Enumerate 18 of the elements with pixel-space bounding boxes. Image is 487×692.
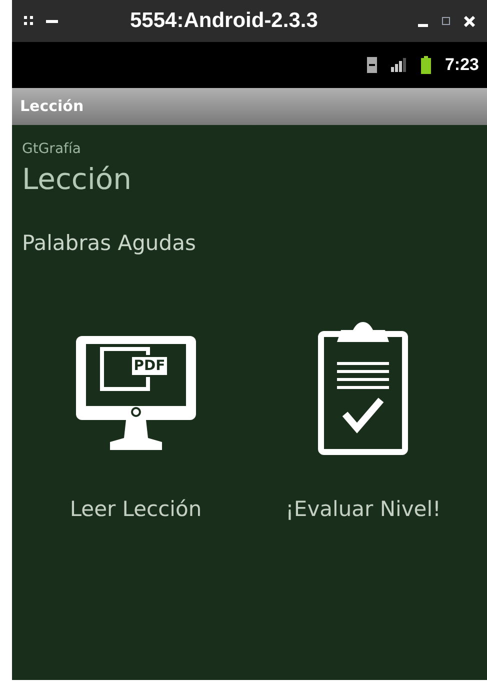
app-name: GtGrafía: [22, 140, 82, 159]
action-button[interactable]: ¡Evaluar Nivel!: [250, 316, 477, 525]
maximize-icon[interactable]: [442, 17, 450, 25]
pdf-label: PDF: [130, 354, 170, 376]
window-title: 5554:Android-2.3.3: [130, 8, 318, 34]
clock: 7:23: [444, 54, 479, 76]
action-bar-title: Lección: [20, 96, 84, 118]
grip-icon[interactable]: [24, 16, 34, 26]
battery-icon: [420, 56, 431, 74]
dash-icon[interactable]: [46, 20, 58, 22]
close-icon[interactable]: [464, 16, 475, 26]
data-icon: [366, 57, 377, 73]
action-button[interactable]: PDF Leer Lección: [22, 316, 250, 525]
signal-icon: [390, 58, 407, 72]
clipboard-check-icon: [317, 322, 410, 456]
topic-title: Palabras Agudas: [22, 230, 197, 257]
minimize-icon[interactable]: [418, 24, 428, 26]
lesson-heading: Lección: [22, 161, 133, 198]
